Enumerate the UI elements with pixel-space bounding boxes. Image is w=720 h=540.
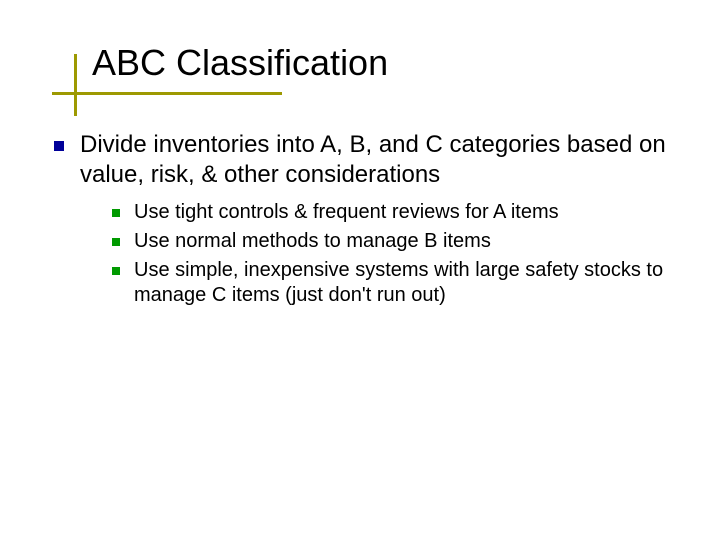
bullet-level2: Use normal methods to manage B items <box>112 229 670 254</box>
square-bullet-icon <box>112 267 120 275</box>
sub-point-text: Use simple, inexpensive systems with lar… <box>134 258 670 308</box>
main-point-text: Divide inventories into A, B, and C cate… <box>80 130 670 190</box>
sub-bullet-group: Use tight controls & frequent reviews fo… <box>112 200 670 308</box>
bullet-level1: Divide inventories into A, B, and C cate… <box>54 130 670 190</box>
bullet-level2: Use simple, inexpensive systems with lar… <box>112 258 670 308</box>
title-underline-decoration <box>52 92 282 95</box>
sub-point-text: Use tight controls & frequent reviews fo… <box>134 200 559 225</box>
title-vertical-decoration <box>74 54 77 116</box>
square-bullet-icon <box>54 141 64 151</box>
square-bullet-icon <box>112 238 120 246</box>
sub-point-text: Use normal methods to manage B items <box>134 229 491 254</box>
square-bullet-icon <box>112 209 120 217</box>
slide: ABC Classification Divide inventories in… <box>0 0 720 540</box>
bullet-level2: Use tight controls & frequent reviews fo… <box>112 200 670 225</box>
slide-body: Divide inventories into A, B, and C cate… <box>54 130 670 312</box>
title-wrap: ABC Classification <box>92 42 388 84</box>
slide-title: ABC Classification <box>92 42 388 84</box>
